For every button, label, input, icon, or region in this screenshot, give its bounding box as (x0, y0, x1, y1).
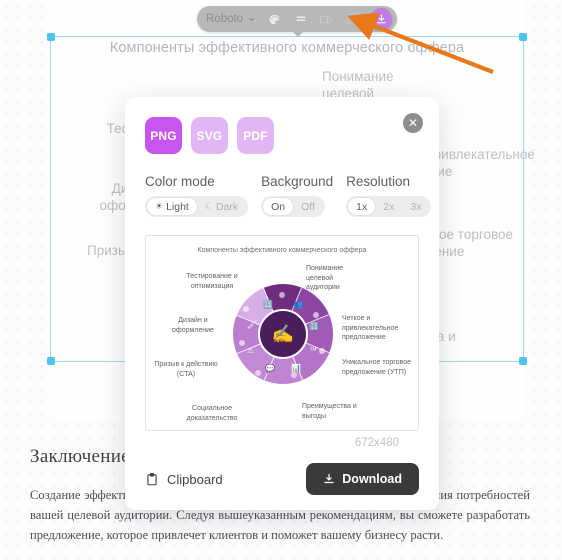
resolution-title: Resolution (346, 174, 410, 189)
resize-handle-top-right[interactable] (519, 33, 527, 41)
palette-icon[interactable] (266, 11, 283, 28)
format-option-svg[interactable]: SVG (191, 117, 228, 154)
background-on[interactable]: On (263, 198, 294, 215)
segment-icon-benefits: 📊 (291, 364, 301, 373)
close-icon[interactable]: ✕ (403, 113, 423, 133)
download-button[interactable]: Download (306, 463, 419, 495)
preview-label-design: Дизайн и оформление (172, 317, 214, 334)
preview-label-testing: Тестирование и оптимизация (186, 273, 238, 290)
option-group-resolution: Resolution 1x 2x 3x (346, 174, 432, 217)
font-family-label: Roboto (206, 13, 244, 25)
export-options[interactable]: Color mode ☀ Light ☾ Dark Background On … (125, 154, 439, 217)
segment-icon-social-proof: 💬 (265, 364, 275, 373)
format-option-pdf[interactable]: PDF (237, 117, 274, 154)
font-family-dropdown[interactable]: Roboto ⌄ (206, 10, 257, 25)
hub-icon: ✍ (258, 309, 308, 359)
moon-icon: ☾ (204, 201, 213, 211)
background-segmented-control[interactable]: On Off (261, 196, 325, 217)
copy-to-clipboard-button[interactable]: Clipboard (145, 472, 223, 487)
puzzle-wheel-graphic: 👥 🔢 ™ 📊 💬 ⚠ 🖌 🔢 ✍ (233, 284, 333, 384)
segment-icon-clear-offer: 🔢 (309, 322, 319, 331)
format-selector[interactable]: PNG SVG PDF (125, 97, 439, 154)
resolution-3x[interactable]: 3x (402, 198, 429, 215)
background-title: Background (261, 174, 334, 189)
export-dimensions-label: 672x480 (354, 437, 399, 449)
dialog-footer: Clipboard Download (125, 448, 439, 510)
preview-label-benefits: Преимущества и выгоды (302, 403, 357, 420)
sun-icon: ☀ (155, 201, 164, 211)
clipboard-label: Clipboard (167, 471, 223, 487)
clipboard-icon (147, 472, 157, 485)
segment-icon-testing: 🔢 (263, 300, 273, 309)
annotation-arrow (347, 12, 494, 74)
preview-label-audience: Понимание целевой аудитории (306, 265, 344, 291)
resize-handle-bottom-right[interactable] (519, 357, 527, 365)
preview-container: Компоненты эффективного коммерческого оф… (125, 217, 439, 449)
resolution-segmented-control[interactable]: 1x 2x 3x (346, 196, 432, 217)
preview-label-usp: Уникальное торговое предложение (УТП) (342, 359, 411, 376)
preview-label-clear-offer: Четкое и привлекательное предложение (342, 315, 399, 341)
segment-icon-cta: ⚠ (247, 346, 255, 355)
preview-label-social-proof: Социальное доказательство (186, 405, 238, 422)
color-mode-title: Color mode (145, 174, 215, 189)
resolution-1x[interactable]: 1x (348, 198, 376, 215)
background-off[interactable]: Off (293, 198, 323, 215)
resolution-2x[interactable]: 2x (375, 198, 402, 215)
line-spacing-icon[interactable] (292, 11, 309, 28)
export-preview-image: Компоненты эффективного коммерческого оф… (145, 235, 419, 431)
color-mode-light[interactable]: ☀ Light (147, 198, 197, 215)
option-group-background: Background On Off (261, 174, 333, 217)
resize-handle-top-left[interactable] (47, 33, 55, 41)
preview-title: Компоненты эффективного коммерческого оф… (197, 247, 367, 254)
color-mode-segmented-control[interactable]: ☀ Light ☾ Dark (145, 196, 249, 217)
preview-label-cta: Призыв к действию (CTA) (154, 361, 218, 378)
download-label: Download (342, 472, 402, 486)
option-group-color-mode: Color mode ☀ Light ☾ Dark (145, 174, 249, 217)
format-option-png[interactable]: PNG (145, 117, 182, 154)
segment-icon-design: 🖌 (247, 320, 258, 329)
segment-icon-usp: ™ (309, 346, 317, 355)
export-dialog[interactable]: ✕ PNG SVG PDF Color mode ☀ Light ☾ Dark … (125, 97, 439, 510)
close-glyph: ✕ (407, 116, 419, 130)
download-icon (324, 473, 334, 484)
segment-icon-audience: 👥 (293, 300, 303, 309)
resize-handle-bottom-left[interactable] (47, 357, 55, 365)
color-mode-light-label: Light (166, 200, 189, 213)
color-mode-dark-label: Dark (215, 200, 239, 213)
color-mode-dark[interactable]: ☾ Dark (197, 198, 246, 215)
